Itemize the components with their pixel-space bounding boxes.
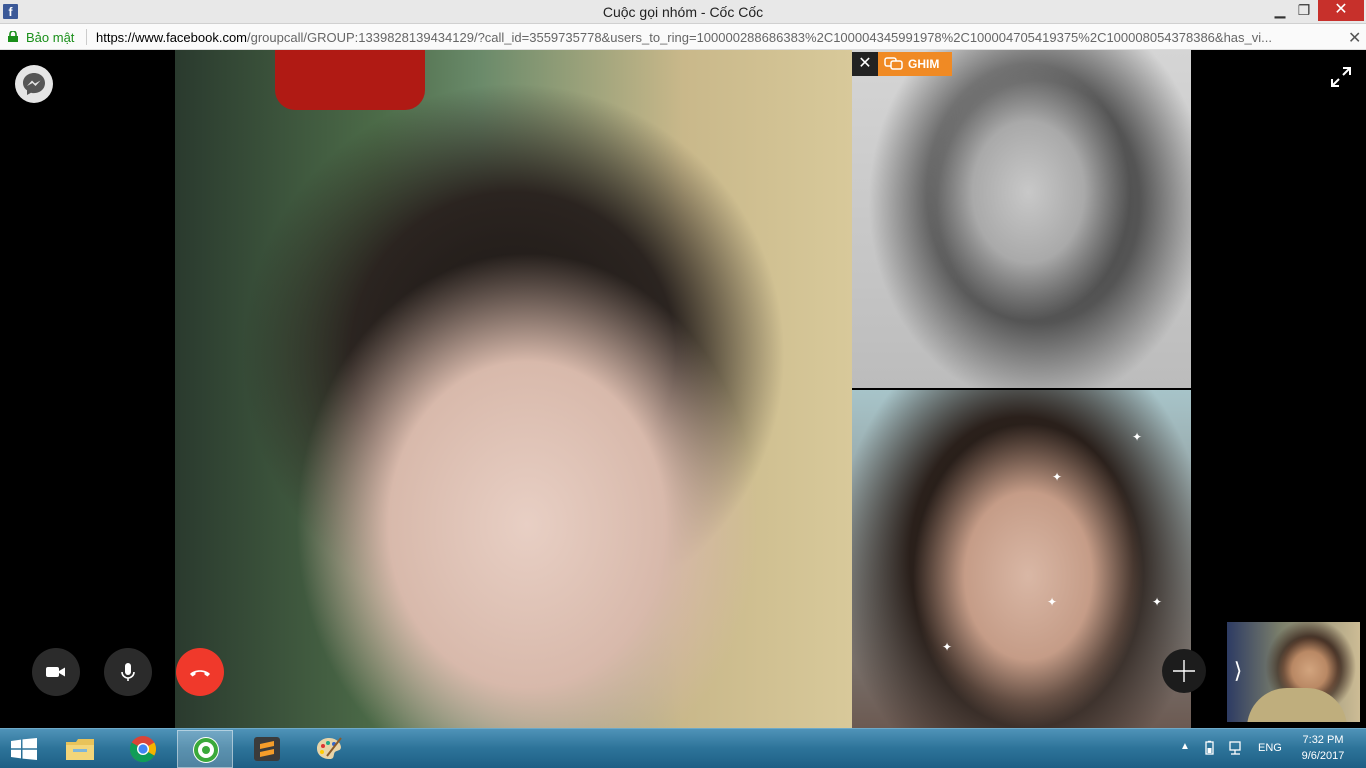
url-divider: [86, 29, 87, 45]
end-call-button[interactable]: [176, 648, 224, 696]
address-bar[interactable]: Bảo mật https://www.facebook.com/groupca…: [0, 24, 1366, 50]
self-view-figure: [1247, 688, 1347, 722]
url-field[interactable]: https://www.facebook.com/groupcall/GROUP…: [96, 30, 1336, 45]
url-path: /groupcall/GROUP:1339828139434129/?call_…: [247, 30, 1272, 45]
restore-button[interactable]: ❐: [1290, 0, 1318, 21]
input-language-indicator[interactable]: ENG: [1258, 742, 1282, 754]
plus-icon: [1173, 660, 1195, 682]
pin-button[interactable]: GHIM: [878, 52, 952, 76]
pin-icon: [884, 57, 903, 70]
taskbar: ▲ ENG 7:32 PM 9/6/2017: [0, 728, 1366, 768]
microphone-toggle-button[interactable]: [104, 648, 152, 696]
camera-toggle-button[interactable]: [32, 648, 80, 696]
sparkle-icon: ✦: [1052, 470, 1063, 484]
add-participant-button[interactable]: [1162, 649, 1206, 693]
taskbar-file-explorer[interactable]: [52, 730, 108, 768]
clock-time[interactable]: 7:32 PM: [1296, 734, 1350, 746]
lock-icon: [8, 31, 18, 42]
url-host: https://www.facebook.com: [96, 30, 248, 45]
sparkle-icon: ✦: [1152, 595, 1163, 609]
microphone-icon: [121, 663, 135, 681]
call-area: ✕ GHIM ✦ ✦ ✦ ✦ ✦ ⟩: [0, 50, 1366, 728]
pin-label: GHIM: [908, 57, 940, 71]
participant-video-2[interactable]: ✦ ✦ ✦ ✦ ✦: [852, 390, 1191, 728]
network-icon[interactable]: [1228, 740, 1244, 756]
unpin-close-button[interactable]: ✕: [852, 52, 878, 76]
participant-video-1[interactable]: [852, 50, 1191, 388]
close-icon[interactable]: ✕: [1348, 28, 1361, 48]
show-hidden-icons-button[interactable]: ▲: [1180, 741, 1190, 752]
sparkle-icon: ✦: [1047, 595, 1058, 609]
folder-icon: [66, 739, 94, 760]
taskbar-paint[interactable]: [301, 730, 357, 768]
paint-palette-icon: [316, 737, 342, 760]
background-object: [275, 50, 425, 110]
facebook-icon: f: [3, 4, 18, 19]
sparkle-icon: ✦: [942, 640, 953, 654]
coc-coc-icon: [193, 737, 219, 763]
chrome-icon: [129, 736, 157, 763]
sparkle-icon: ✦: [1132, 430, 1143, 444]
battery-icon[interactable]: [1202, 740, 1218, 756]
collapse-self-view-button[interactable]: ⟩: [1229, 655, 1247, 687]
sublime-text-icon: [254, 737, 280, 761]
title-bar: f Cuộc gọi nhóm - Cốc Cốc ▁ ❐ ✕: [0, 0, 1366, 24]
taskbar-sublime-text[interactable]: [239, 730, 295, 768]
clock-date[interactable]: 9/6/2017: [1296, 750, 1350, 762]
windows-start-icon[interactable]: [10, 738, 38, 760]
taskbar-coc-coc[interactable]: [177, 730, 233, 768]
fullscreen-icon[interactable]: [1330, 66, 1352, 88]
secure-label[interactable]: Bảo mật: [26, 30, 74, 45]
video-camera-icon: [46, 667, 65, 677]
main-participant-video[interactable]: [175, 50, 852, 728]
taskbar-chrome[interactable]: [115, 730, 171, 768]
hang-up-icon: [190, 670, 210, 677]
messenger-icon[interactable]: [15, 65, 53, 103]
window-title: Cuộc gọi nhóm - Cốc Cốc: [602, 4, 764, 20]
close-window-button[interactable]: ✕: [1318, 0, 1364, 21]
